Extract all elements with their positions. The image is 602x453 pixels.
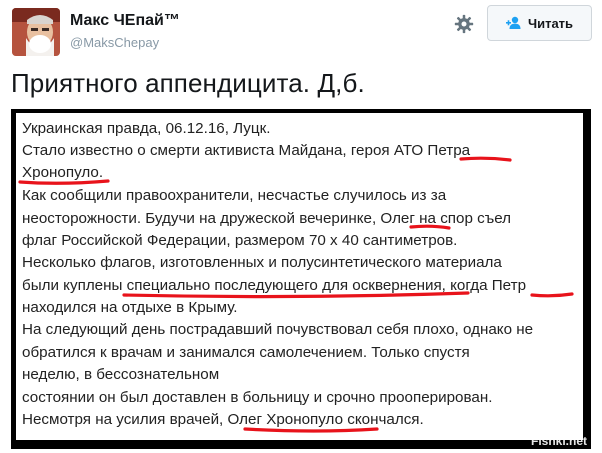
clipping-line: флаг Российской Федерации, размером 70 х… [22, 232, 458, 249]
watermark: Fishki.net [530, 434, 587, 448]
follow-button[interactable]: Читать [487, 5, 592, 41]
clipping-line: Как сообщили правоохранители, несчастье … [22, 187, 447, 204]
clipping-line: были куплены специально последующего для… [22, 277, 527, 294]
clipping-line: Стало известно о смерти активиста Майдан… [22, 142, 471, 159]
clipping-line: состоянии он был доставлен в больницу и … [22, 389, 493, 406]
underline-khronopulo [18, 179, 110, 185]
clipping-line: Несколько флагов, изготовленных и полуси… [22, 254, 502, 271]
news-clipping: Украинская правда, 06.12.16, Луцк. Стало… [16, 113, 583, 440]
tweet-photo[interactable]: Украинская правда, 06.12.16, Луцк. Стало… [11, 109, 591, 449]
avatar[interactable] [12, 8, 60, 56]
clipping-line: Несмотря на усилия врачей, Олег Хронопул… [22, 411, 424, 428]
follow-button-label: Читать [527, 15, 574, 31]
clipping-line: На следующий день пострадавший почувство… [22, 321, 534, 338]
underline-petr [530, 292, 574, 298]
clipping-line: Украинская правда, 06.12.16, Луцк. [22, 120, 271, 137]
clipping-line: неделю, в бессознательном [22, 366, 220, 383]
author-name[interactable]: Макс ЧЕпай™ [70, 12, 180, 30]
add-user-icon [505, 16, 522, 30]
clipping-line: Хронопуло. [22, 164, 104, 181]
tweet-text: Приятного аппендицита. Д,б. [11, 68, 365, 98]
clipping-line: обратился к врачам и занимался самолечен… [22, 344, 470, 361]
clipping-line: находился на отдыхе в Крыму. [22, 299, 238, 316]
underline-oleg-khronopulo [243, 427, 379, 433]
gear-icon[interactable] [452, 12, 476, 36]
clipping-line: неосторожности. Будучи на дружеской вече… [22, 210, 512, 227]
author-handle[interactable]: @MaksChepay [70, 35, 159, 50]
